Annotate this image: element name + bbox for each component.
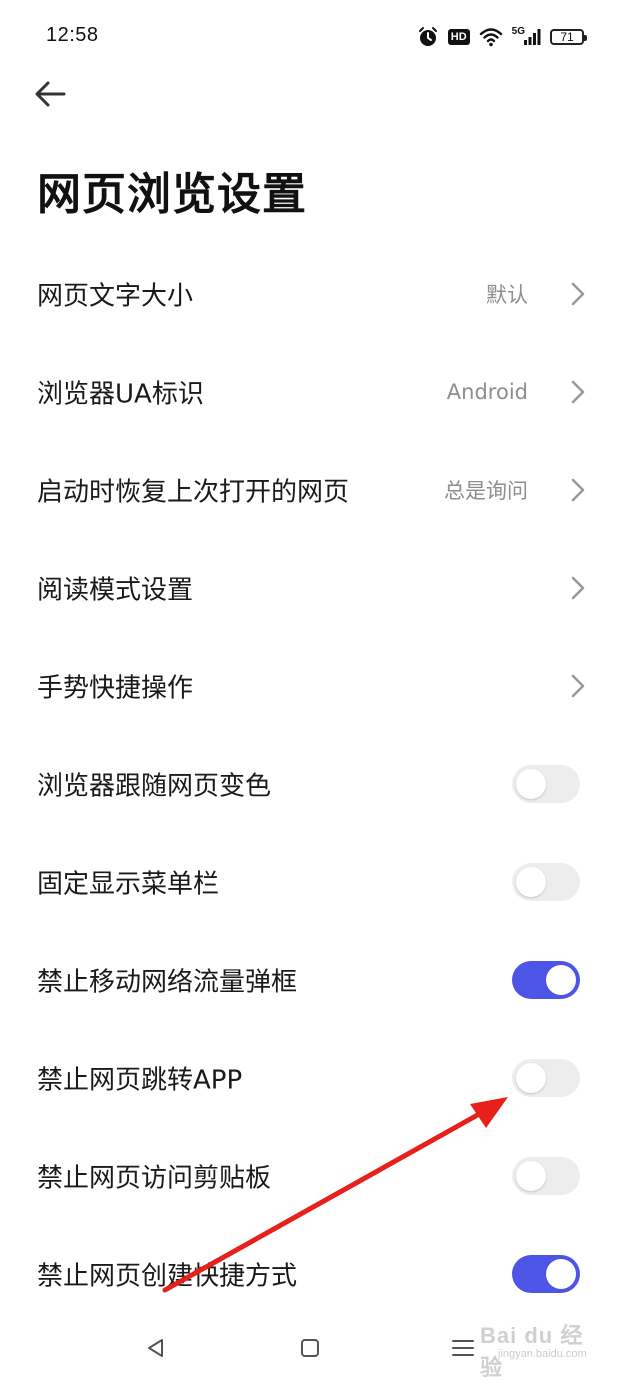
setting-follow-color: 浏览器跟随网页变色 xyxy=(0,735,620,833)
settings-list: 网页文字大小 默认 浏览器UA标识 Android 启动时恢复上次打开的网页 总… xyxy=(0,245,620,1323)
block-clipboard-toggle[interactable] xyxy=(512,1157,580,1195)
hd-badge: HD xyxy=(447,29,470,45)
setting-restore-pages[interactable]: 启动时恢复上次打开的网页 总是询问 xyxy=(0,441,620,539)
setting-label: 阅读模式设置 xyxy=(37,575,194,606)
setting-label: 手势快捷操作 xyxy=(37,673,194,704)
setting-value: 默认 xyxy=(486,283,528,307)
setting-font-size[interactable]: 网页文字大小 默认 xyxy=(0,245,620,343)
triangle-back-icon xyxy=(148,1339,163,1357)
nav-menu-button[interactable] xyxy=(447,1332,479,1364)
setting-value: 总是询问 xyxy=(444,479,528,503)
chevron-right-icon xyxy=(571,478,585,502)
network-type-label: 5G xyxy=(511,25,525,37)
toggle-knob xyxy=(516,769,546,799)
toggle-knob xyxy=(546,965,576,995)
setting-block-app-jump: 禁止网页跳转APP xyxy=(0,1029,620,1127)
back-button[interactable] xyxy=(28,72,72,116)
chevron-right-icon xyxy=(571,282,585,306)
chevron-right-icon xyxy=(571,576,585,600)
nav-home-button[interactable] xyxy=(294,1332,326,1364)
cellular-signal-icon: 5G xyxy=(511,25,541,46)
setting-label: 固定显示菜单栏 xyxy=(37,869,220,900)
fixed-menu-toggle[interactable] xyxy=(512,863,580,901)
battery-icon: 71 xyxy=(550,29,587,45)
setting-value: Android xyxy=(446,380,528,404)
setting-label: 浏览器UA标识 xyxy=(37,379,204,410)
setting-gestures[interactable]: 手势快捷操作 xyxy=(0,637,620,735)
page-title: 网页浏览设置 xyxy=(37,169,307,220)
block-app-jump-toggle[interactable] xyxy=(512,1059,580,1097)
menu-lines-icon xyxy=(452,1340,474,1356)
setting-block-shortcut: 禁止网页创建快捷方式 xyxy=(0,1225,620,1323)
nav-bar xyxy=(0,1310,620,1386)
follow-color-toggle[interactable] xyxy=(512,765,580,803)
status-time: 12:58 xyxy=(46,24,99,46)
block-shortcut-toggle[interactable] xyxy=(512,1255,580,1293)
alarm-icon xyxy=(417,26,439,48)
setting-label: 禁止网页访问剪贴板 xyxy=(37,1163,272,1194)
setting-label: 禁止网页跳转APP xyxy=(37,1065,243,1096)
wifi-icon xyxy=(479,27,503,47)
setting-label: 禁止网页创建快捷方式 xyxy=(37,1261,298,1292)
setting-block-data-popup: 禁止移动网络流量弹框 xyxy=(0,931,620,1029)
status-icons: HD 5G 71 xyxy=(417,24,587,50)
toggle-knob xyxy=(516,867,546,897)
setting-fixed-menu: 固定显示菜单栏 xyxy=(0,833,620,931)
setting-label: 浏览器跟随网页变色 xyxy=(37,771,272,802)
setting-ua[interactable]: 浏览器UA标识 Android xyxy=(0,343,620,441)
status-bar: 12:58 HD 5G 71 xyxy=(0,0,620,70)
setting-block-clipboard: 禁止网页访问剪贴板 xyxy=(0,1127,620,1225)
toggle-knob xyxy=(516,1161,546,1191)
setting-reader-mode[interactable]: 阅读模式设置 xyxy=(0,539,620,637)
setting-label: 启动时恢复上次打开的网页 xyxy=(37,477,350,508)
back-arrow-icon xyxy=(35,81,66,107)
toggle-knob xyxy=(516,1063,546,1093)
setting-label: 禁止移动网络流量弹框 xyxy=(37,967,298,998)
square-home-icon xyxy=(301,1339,319,1357)
toggle-knob xyxy=(546,1259,576,1289)
setting-label: 网页文字大小 xyxy=(37,281,194,312)
battery-level: 71 xyxy=(560,30,574,44)
nav-back-button[interactable] xyxy=(140,1332,172,1364)
chevron-right-icon xyxy=(571,380,585,404)
chevron-right-icon xyxy=(571,674,585,698)
block-data-popup-toggle[interactable] xyxy=(512,961,580,999)
